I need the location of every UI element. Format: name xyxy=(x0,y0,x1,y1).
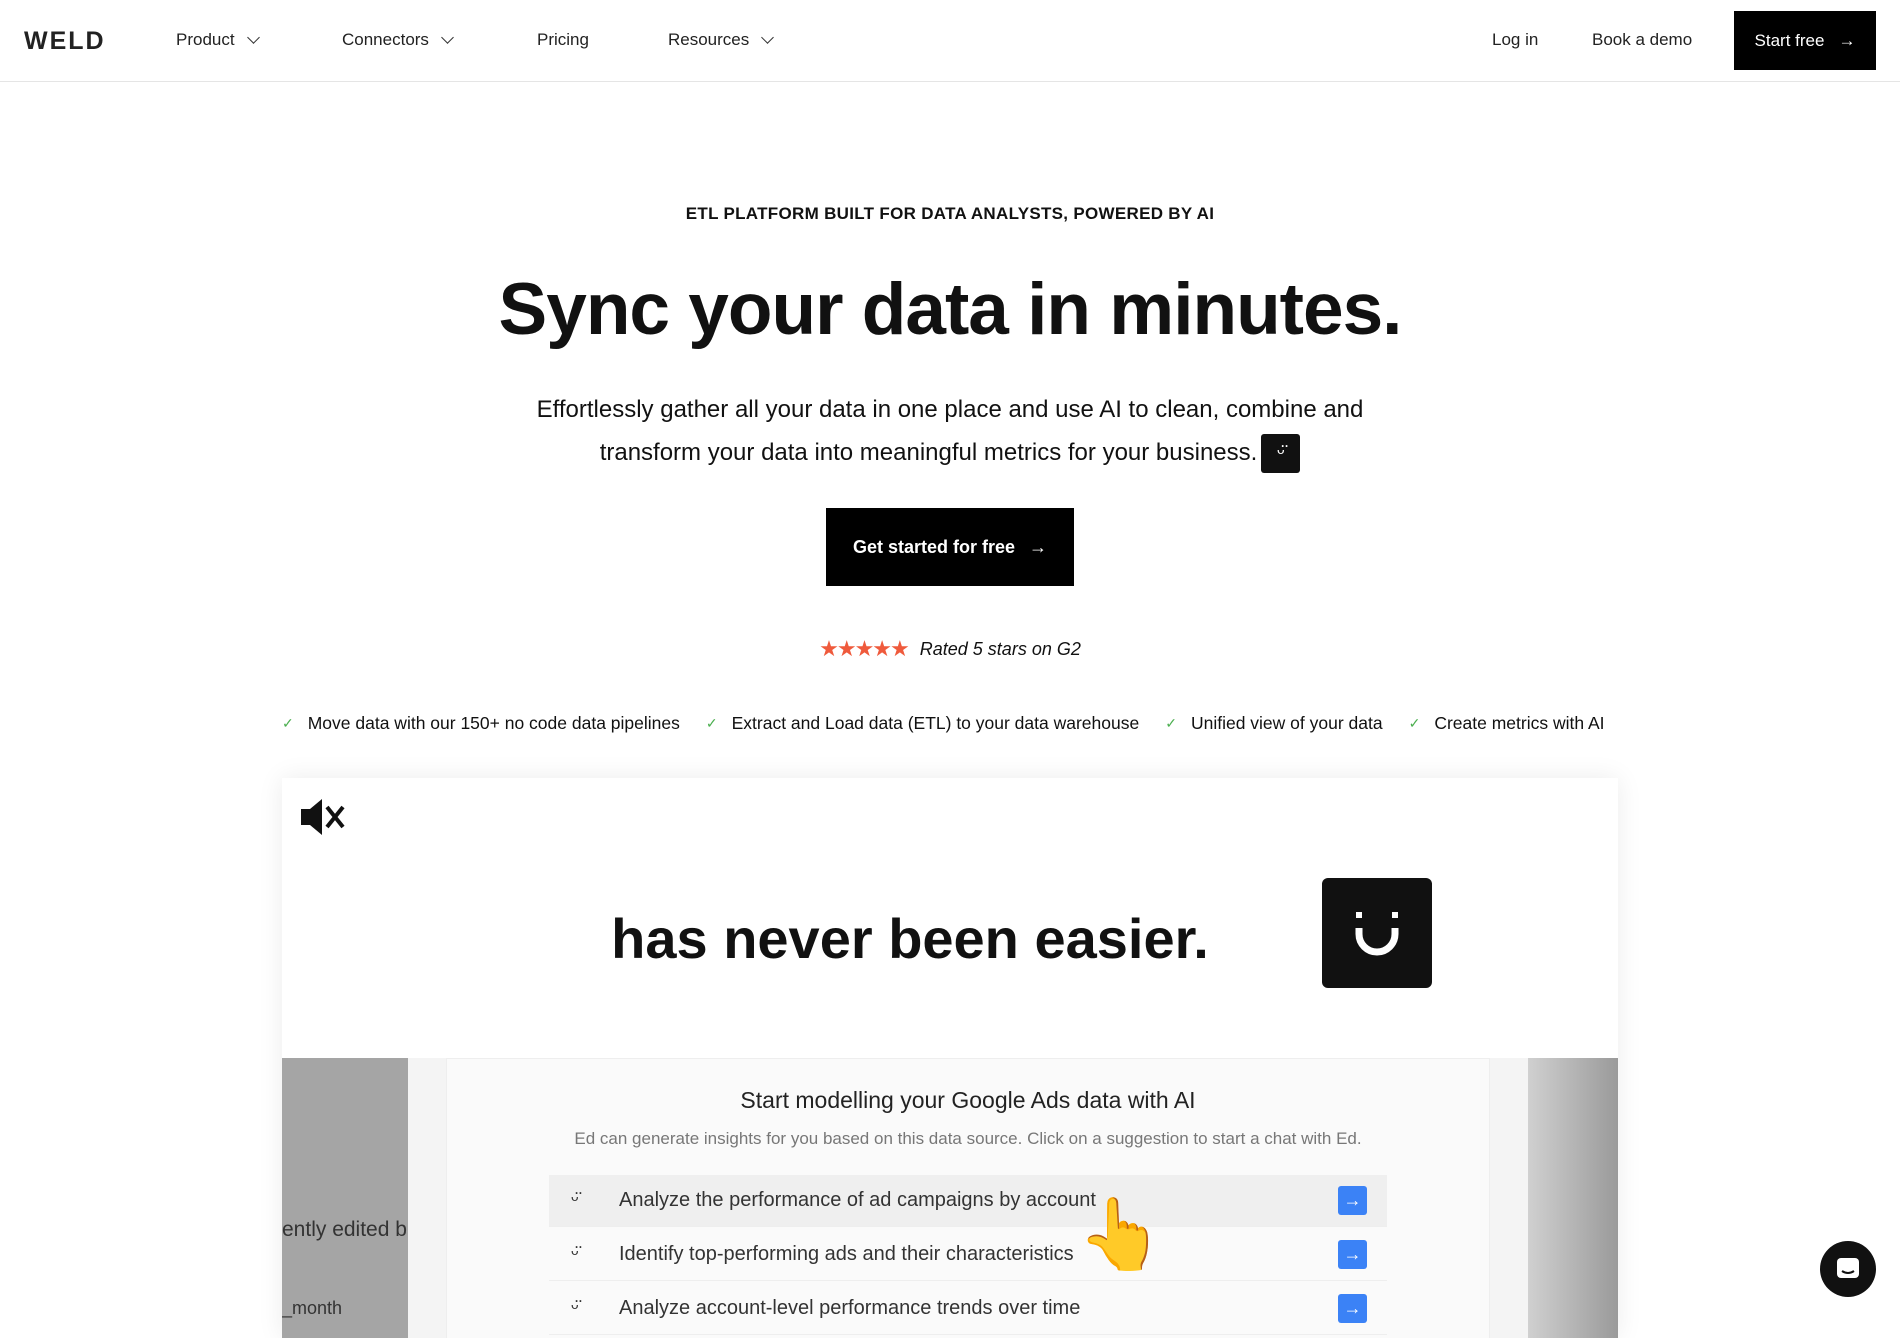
book-demo-link[interactable]: Book a demo xyxy=(1592,30,1692,50)
star-rating-icon: ★★★★★ xyxy=(819,636,910,661)
suggestion-row[interactable]: ᵕ̈ Analyze account-level performance tren… xyxy=(549,1283,1387,1335)
chevron-down-icon xyxy=(246,31,260,44)
feature-item: ✓ Extract and Load data (ETL) to your dat… xyxy=(706,713,1139,734)
login-link[interactable]: Log in xyxy=(1492,30,1538,50)
ai-suggestions-panel: Start modelling your Google Ads data wit… xyxy=(446,1058,1490,1338)
lead-line: transform your data into meaningful metr… xyxy=(599,439,1258,466)
check-icon: ✓ xyxy=(1165,715,1177,731)
nav-connectors[interactable]: Connectors xyxy=(342,30,454,50)
nav-resources[interactable]: Resources xyxy=(668,30,775,50)
nav-label: Pricing xyxy=(537,30,589,49)
arrow-right-icon[interactable]: → xyxy=(1338,1294,1367,1323)
button-label: Start free xyxy=(1754,30,1825,50)
chat-icon xyxy=(1837,1258,1859,1278)
feature-item: ✓ Create metrics with AI xyxy=(1409,713,1605,734)
left-panel: ently edited b _month xyxy=(282,1058,408,1338)
feature-text: Move data with our 150+ no code data pip… xyxy=(307,713,680,733)
video-app-area: ently edited b _month Start modelling you… xyxy=(282,1058,1618,1338)
smiley-icon: ᵕ̈ xyxy=(571,1189,579,1211)
nav-label: Resources xyxy=(668,30,750,49)
suggestion-text: Analyze account-level performance trends… xyxy=(619,1297,1081,1319)
weld-logo[interactable]: WELD xyxy=(24,27,106,56)
left-text: ently edited b xyxy=(282,1218,407,1241)
panel-title: Start modelling your Google Ads data wit… xyxy=(740,1087,1196,1113)
top-nav: WELD Product Connectors Pricing Resource… xyxy=(0,0,1900,82)
suggestion-text: Identify top-performing ads and their ch… xyxy=(619,1243,1074,1265)
nav-label: Product xyxy=(176,30,235,49)
get-started-button[interactable]: Get started for free → xyxy=(826,508,1074,586)
start-free-button[interactable]: Start free → xyxy=(1734,11,1876,70)
check-icon: ✓ xyxy=(282,715,294,731)
feature-item: ✓ Unified view of your data xyxy=(1165,713,1382,734)
arrow-right-icon: → xyxy=(1029,536,1048,557)
hero-description: Effortlessly gather all your data in one… xyxy=(0,388,1900,474)
button-label: Get started for free xyxy=(852,536,1016,557)
left-text: _month xyxy=(282,1298,343,1318)
nav-product[interactable]: Product xyxy=(176,30,260,50)
feature-text: Unified view of your data xyxy=(1190,713,1383,733)
suggestion-row[interactable]: ᵕ̈ Identify top-performing ads and their … xyxy=(549,1229,1387,1281)
eyebrow: ETL PLATFORM BUILT FOR DATA ANALYSTS, PO… xyxy=(685,204,1215,223)
mute-icon[interactable] xyxy=(299,795,345,839)
chat-launcher-button[interactable] xyxy=(1820,1241,1876,1297)
hand-cursor-icon: 👆 xyxy=(1077,1195,1165,1273)
feature-item: ✓ Move data with our 150+ no code data pi… xyxy=(282,713,680,734)
nav-pricing[interactable]: Pricing xyxy=(537,30,589,50)
demo-video[interactable]: has never been easier. ently edited b _mo… xyxy=(282,778,1618,1338)
chevron-down-icon xyxy=(761,31,775,44)
arrow-right-icon: → xyxy=(1838,30,1856,50)
g2-rating: ★★★★★ Rated 5 stars on G2 xyxy=(0,636,1900,662)
smiley-icon: ᵕ̈ xyxy=(1261,434,1301,474)
smiley-icon: ᵕ̈ xyxy=(571,1297,579,1319)
check-icon: ✓ xyxy=(1408,715,1421,731)
check-icon: ✓ xyxy=(705,715,718,731)
page-title: Sync your data in minutes. xyxy=(498,269,1403,350)
feature-text: Create metrics with AI xyxy=(1434,713,1605,733)
suggestion-row[interactable]: ᵕ̈ Analyze the performance of ad campaign… xyxy=(549,1175,1387,1227)
chevron-down-icon xyxy=(441,31,454,44)
smiley-logo-icon xyxy=(1322,878,1432,988)
nav-label: Connectors xyxy=(342,30,429,49)
arrow-right-icon[interactable]: → xyxy=(1338,1186,1367,1215)
feature-text: Extract and Load data (ETL) to your data… xyxy=(731,713,1140,733)
lead-line: Effortlessly gather all your data in one… xyxy=(536,396,1364,423)
right-panel xyxy=(1528,1058,1618,1338)
arrow-right-icon[interactable]: → xyxy=(1338,1240,1367,1269)
rating-text: Rated 5 stars on G2 xyxy=(919,638,1081,659)
panel-subtitle: Ed can generate insights for you based o… xyxy=(574,1129,1362,1148)
smiley-icon: ᵕ̈ xyxy=(571,1243,579,1265)
feature-list: ✓ Move data with our 150+ no code data pi… xyxy=(282,713,1605,734)
suggestion-text: Analyze the performance of ad campaigns … xyxy=(619,1189,1096,1211)
